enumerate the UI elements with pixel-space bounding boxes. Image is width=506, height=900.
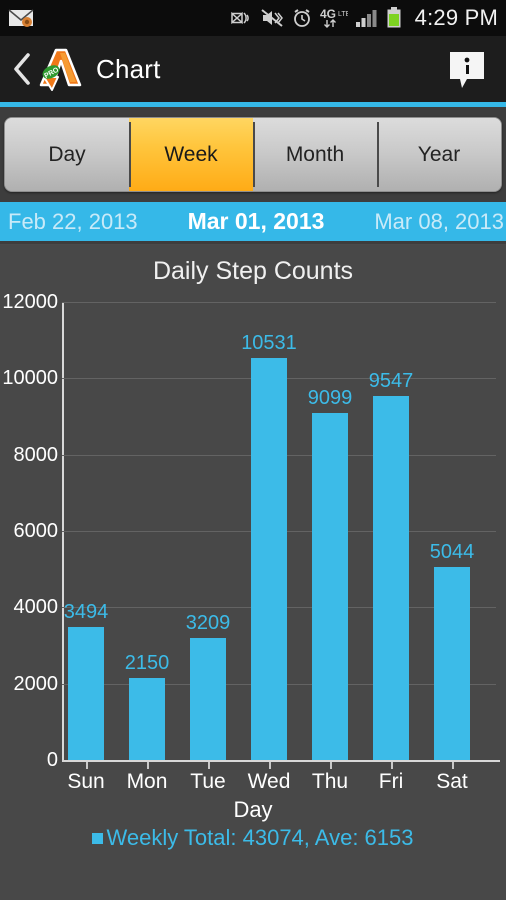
y-axis-tick-label: 6000 [13,520,59,542]
chart-bar-value-label: 3494 [63,600,109,623]
date-navigation-strip: Feb 22, 2013 Mar 01, 2013 Mar 08, 2013 [0,202,506,244]
legend-swatch-icon [92,832,104,844]
x-axis-tick [86,762,88,769]
chart-bar-value-label: 2150 [124,651,170,674]
range-tab-strip: Day Week Month Year [0,107,506,202]
gps-location-icon [229,8,253,28]
svg-text:4G: 4G [320,7,336,21]
info-icon [450,52,484,88]
chart-bar[interactable] [312,412,348,760]
previous-week-date[interactable]: Feb 22, 2013 [0,209,173,235]
app-logo-icon[interactable]: PRO [36,47,84,91]
x-axis-tick-label: Mon [126,770,168,793]
x-axis-line [62,760,500,762]
chart-container: Daily Step Counts 0 2000 4000 6000 8000 10000… [0,245,506,900]
chart-legend: Weekly Total: 43074, Ave: 6153 [0,825,506,851]
chart-bar[interactable] [434,567,470,760]
vibrate-mute-icon [260,8,284,28]
chart-bar-value-label: 9547 [368,369,414,392]
back-button[interactable] [0,52,34,86]
x-axis-tick-label: Sun [67,770,105,793]
status-bar-notifications [0,8,229,28]
x-axis-tick-label: Sat [436,770,468,793]
x-axis-tick-label: Wed [247,770,291,793]
chart-plot-area[interactable]: 0 2000 4000 6000 8000 10000 12000 3494 Sun 2150 Mo… [0,245,506,793]
y-axis-tick-label: 2000 [13,672,59,695]
chart-bar[interactable] [190,637,226,760]
tab-day[interactable]: Day [5,118,129,191]
email-icon [8,8,34,28]
tab-year[interactable]: Year [377,118,501,191]
x-axis-tick [269,762,271,769]
status-bar-clock: 4:29 PM [414,5,498,30]
y-axis-tick-label: 0 [46,749,58,771]
y-axis-tick-label: 10000 [2,367,58,390]
alarm-clock-icon [291,8,313,28]
gridline [62,302,496,303]
chart-bar[interactable] [373,395,409,760]
chart-bar-value-label: 3209 [185,611,231,634]
page-title: Chart [96,53,161,84]
chart-bar[interactable] [129,677,165,760]
x-axis-tick-label: Fri [378,770,404,793]
segmented-control: Day Week Month Year [4,117,502,192]
current-week-date: Mar 01, 2013 [187,208,325,234]
chart-bar-value-label: 5044 [429,541,475,564]
x-axis-tick-label: Thu [311,770,349,793]
signal-bars-icon [355,8,379,28]
x-axis-tick [147,762,149,769]
y-axis-tick-label: 8000 [13,443,59,466]
next-week-date[interactable]: Mar 08, 2013 [339,209,506,235]
x-axis-title: Day [233,797,273,822]
svg-text:LTE: LTE [338,11,348,18]
chart-bar-value-label: 10531 [241,332,297,355]
battery-icon [386,7,402,29]
chart-bar[interactable] [68,626,104,760]
status-bar: 4G LTE 4:29 PM [0,0,506,36]
x-axis-tick [330,762,332,769]
tab-month[interactable]: Month [253,118,377,191]
x-axis-tick [391,762,393,769]
x-axis-tick-label: Tue [190,770,226,793]
legend-label: Weekly Total: 43074, Ave: 6153 [106,825,414,850]
x-axis-tick [452,762,454,769]
action-bar: PRO Chart [0,36,506,102]
x-axis-tick [208,762,210,769]
tab-week[interactable]: Week [129,118,253,191]
y-axis-tick-label: 12000 [2,291,58,313]
info-button[interactable] [444,46,490,92]
status-bar-system-icons: 4G LTE 4:29 PM [229,5,506,31]
chevron-left-icon [14,53,30,85]
network-4g-icon: 4G LTE [320,7,348,29]
chart-bar-value-label: 9099 [307,386,353,409]
chart-bar[interactable] [251,358,287,760]
